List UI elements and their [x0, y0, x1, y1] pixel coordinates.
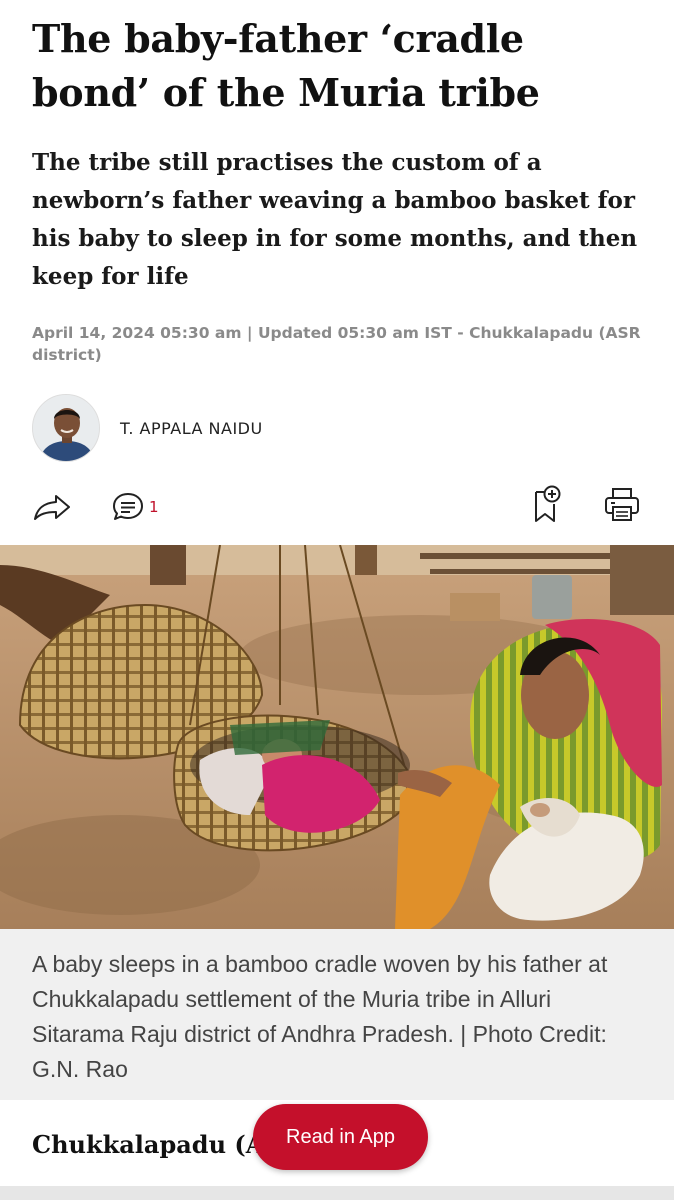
cradle-photo-illustration — [0, 545, 674, 929]
author-block[interactable]: T. APPALA NAIDU — [32, 393, 263, 463]
author-name[interactable]: T. APPALA NAIDU — [120, 419, 263, 438]
article-subheadline: The tribe still practises the custom of … — [32, 149, 638, 290]
author-avatar[interactable] — [32, 394, 100, 462]
comments-button[interactable]: 1 — [111, 490, 159, 524]
print-button[interactable] — [603, 486, 641, 524]
section-heading: Chukkalapadu (A — [32, 1130, 265, 1159]
share-icon — [34, 495, 70, 520]
comment-count: 1 — [149, 498, 159, 516]
bookmark-add-icon — [535, 485, 561, 522]
article-dateline: April 14, 2024 05:30 am | Updated 05:30 … — [32, 324, 641, 364]
photo-caption: A baby sleeps in a bamboo cradle woven b… — [0, 929, 674, 1100]
print-icon — [605, 488, 639, 521]
comment-icon — [113, 493, 143, 520]
article-photo[interactable] — [0, 545, 674, 929]
bottom-scroll-edge — [0, 1186, 674, 1200]
article-headline: The baby-father ‘cradle bond’ of the Mur… — [32, 16, 540, 115]
article-actions-bar: 1 — [0, 482, 674, 534]
bookmark-button[interactable] — [528, 484, 562, 524]
photo-caption-text: A baby sleeps in a bamboo cradle woven b… — [32, 951, 608, 1082]
author-photo-icon — [33, 395, 99, 461]
read-in-app-button[interactable]: Read in App — [253, 1104, 428, 1170]
share-button[interactable] — [32, 492, 72, 522]
